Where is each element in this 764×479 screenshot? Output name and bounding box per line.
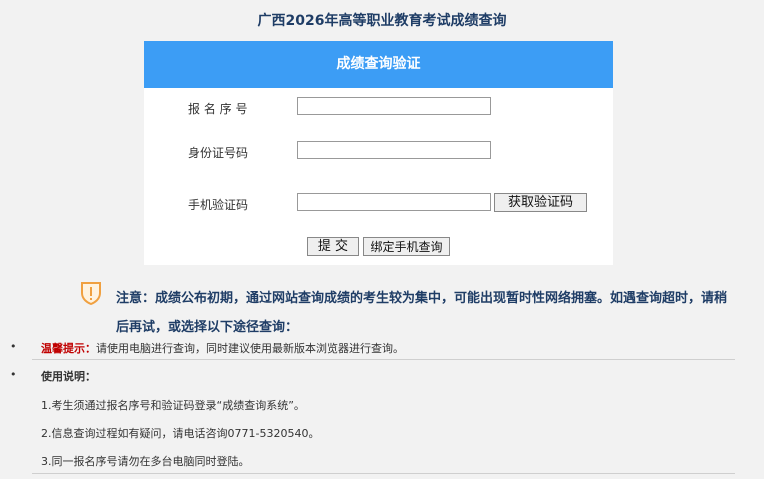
- id-number-label: 身份证号码: [188, 146, 249, 160]
- query-form-card: 成绩查询验证 报 名 序 号 身份证号码 手机验证码 获取验证码 提 交 绑定手…: [144, 41, 613, 265]
- divider: [32, 359, 735, 360]
- submit-button[interactable]: 提 交: [307, 237, 359, 256]
- sms-code-label: 手机验证码: [188, 198, 249, 212]
- page-title: 广西2026年高等职业教育考试成绩查询: [257, 13, 507, 29]
- notice-text: 注意：成绩公布初期，通过网站查询成绩的考生较为集中，可能出现暂时性网络拥塞。如遇…: [116, 291, 728, 335]
- instruction-item: 3.同一报名序号请勿在多台电脑同时登陆。: [41, 455, 250, 468]
- form-header: 成绩查询验证: [144, 41, 613, 88]
- bullet-dot: •: [10, 340, 17, 353]
- reg-no-row: 报 名 序 号: [144, 97, 613, 121]
- instruction-item: 1.考生须通过报名序号和验证码登录“成绩查询系统”。: [41, 399, 305, 412]
- instructions-title: 使用说明：: [41, 370, 96, 383]
- get-code-button[interactable]: 获取验证码: [494, 193, 587, 212]
- sms-code-row: 手机验证码 获取验证码: [144, 193, 613, 217]
- tip-text: 请使用电脑进行查询，同时建议使用最新版本浏览器进行查询。: [96, 342, 404, 355]
- id-number-row: 身份证号码: [144, 141, 613, 165]
- sms-code-input[interactable]: [297, 193, 491, 211]
- divider: [32, 473, 735, 474]
- bullet-dot: •: [10, 368, 17, 381]
- instruction-item: 2.信息查询过程如有疑问，请电话咨询0771-5320540。: [41, 427, 320, 440]
- reg-no-label: 报 名 序 号: [188, 102, 248, 116]
- bind-phone-button[interactable]: 绑定手机查询: [363, 237, 450, 256]
- reg-no-input[interactable]: [297, 97, 491, 115]
- warning-shield-icon: [81, 282, 101, 305]
- tip-label: 温馨提示：: [41, 342, 96, 355]
- id-number-input[interactable]: [297, 141, 491, 159]
